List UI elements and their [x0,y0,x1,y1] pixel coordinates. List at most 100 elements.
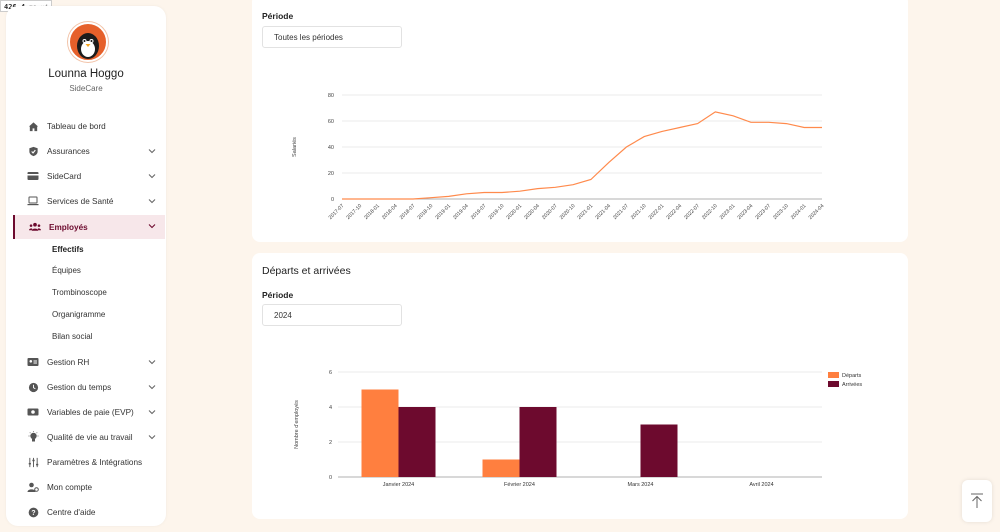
y-tick-label: 4 [329,405,332,411]
headcount-series-line [342,111,822,200]
x-tick-label: 2024-01 [790,203,808,221]
nav-label: SideCard [47,171,82,181]
sliders-icon [27,456,39,468]
money-icon [27,406,39,418]
avatar[interactable] [68,22,108,62]
subnav-item-bilan-social[interactable]: Bilan social [52,332,92,341]
nav-label: Services de Santé [47,196,114,206]
chevron-down-icon [148,435,156,440]
laptop-icon [27,195,39,207]
x-tick-label: 2020-07 [541,203,559,221]
home-icon [27,120,39,132]
x-tick-label: 2018-01 [363,203,381,221]
legend-label: Départs [842,373,862,379]
user-gear-icon [27,481,39,493]
x-tick-label: 2017-07 [328,203,346,221]
bar-arrivees [519,407,557,477]
nav-item-services-de-sante[interactable]: Services de Santé [13,190,165,212]
y-tick-label: 0 [329,475,332,481]
chevron-down-icon [148,199,156,204]
nav-item-variables-de-paie[interactable]: Variables de paie (EVP) [13,401,165,423]
x-tick-label: 2021-07 [612,203,630,221]
nav-label: Gestion du temps [47,382,112,392]
nav-label: Variables de paie (EVP) [47,407,134,417]
y-tick-label: 0 [331,197,334,203]
x-tick-label: 2017-10 [345,203,363,221]
sidebar: Lounna Hoggo SideCare Tableau de bord As… [6,6,166,526]
x-tick-label: 2021-04 [594,203,612,221]
x-tick-label: 2021-10 [630,203,648,221]
subnav-item-trombinoscope[interactable]: Trombinoscope [52,288,107,297]
x-tick-label: 2018-04 [381,203,399,221]
x-tick-label: 2022-04 [665,203,683,221]
nav-label: Employés [49,222,88,232]
user-name: Lounna Hoggo [48,68,124,80]
chevron-down-icon [148,174,156,179]
nav-label: Centre d'aide [47,507,96,517]
x-tick-label: 2020-01 [505,203,523,221]
x-tick-label: 2022-10 [701,203,719,221]
nav-item-tableau-de-bord[interactable]: Tableau de bord [13,115,165,137]
x-tick-label: 2019-04 [452,203,470,221]
nav-label: Assurances [47,146,90,156]
nav-item-assurances[interactable]: Assurances [13,140,165,162]
x-tick-label: 2024-04 [808,203,826,221]
x-tick-label: 2023-01 [719,203,737,221]
help-icon: ? [27,506,39,518]
credit-card-icon [27,170,39,182]
nav-item-parametres[interactable]: Paramètres & Intégrations [13,451,165,473]
users-icon [29,221,41,233]
nav-label: Gestion RH [47,357,90,367]
nav-item-sidecard[interactable]: SideCard [13,165,165,187]
y-axis-label: Nombre d'employés [294,400,300,449]
scroll-to-top-button[interactable] [962,480,992,522]
nav-item-centre-aide[interactable]: ? Centre d'aide [13,501,165,523]
y-tick-label: 40 [328,145,334,151]
nav-label: Qualité de vie au travail [47,432,133,442]
x-tick-label: 2019-07 [470,203,488,221]
chevron-down-icon [148,360,156,365]
bar-departs [361,389,399,477]
x-tick-label: 2018-10 [417,203,435,221]
x-tick-label: 2023-04 [737,203,755,221]
bar-departs [482,459,520,477]
y-tick-label: 20 [328,171,334,177]
chevron-down-icon [148,385,156,390]
x-tick-label: 2022-07 [683,203,701,221]
nav-item-qualite-de-vie[interactable]: Qualité de vie au travail [13,426,165,448]
headcount-card: Période Toutes les périodes 0 20 40 60 80 Sal… [252,0,908,242]
nav-item-gestion-rh[interactable]: Gestion RH [13,351,165,373]
nav-item-mon-compte[interactable]: Mon compte [13,476,165,498]
bar-arrivees [398,407,436,477]
y-tick-label: 6 [329,370,332,376]
id-card-icon [27,356,39,368]
subnav-item-organigramme[interactable]: Organigramme [52,310,105,319]
x-tick-label: 2023-10 [772,203,790,221]
arrow-up-icon [971,493,983,508]
bar-arrivees [640,424,678,477]
x-tick-label: 2023-07 [754,203,772,221]
y-tick-label: 60 [328,119,334,125]
y-axis-label: Salariés [292,137,298,157]
company-name: SideCare [69,84,103,93]
svg-text:?: ? [31,509,35,516]
subnav-item-equipes[interactable]: Équipes [52,266,81,275]
x-tick-label: 2019-10 [488,203,506,221]
subnav-item-effectifs[interactable]: Effectifs [52,245,84,254]
headcount-line-chart: 020406080Salariés2017-07 2017-10 2018-01 20… [292,93,826,221]
nav-label: Tableau de bord [47,121,106,131]
legend-label: Arrivées [842,382,862,388]
nav-label: Paramètres & Intégrations [47,457,143,467]
clock-icon [27,381,39,393]
x-tick-label: 2022-01 [648,203,666,221]
nav-item-employes[interactable]: Employés [13,215,165,239]
chevron-down-icon [148,149,156,154]
nav-item-gestion-du-temps[interactable]: Gestion du temps [13,376,165,398]
legend-swatch [828,381,839,387]
lightbulb-icon [27,431,39,443]
y-tick-label: 2 [329,440,332,446]
departures-arrivals-card: Départs et arrivées Période 2024 0 2 4 6 Nom… [252,253,908,519]
chevron-down-icon [148,410,156,415]
y-tick-label: 80 [328,93,334,99]
x-tick-label: 2018-07 [399,203,417,221]
